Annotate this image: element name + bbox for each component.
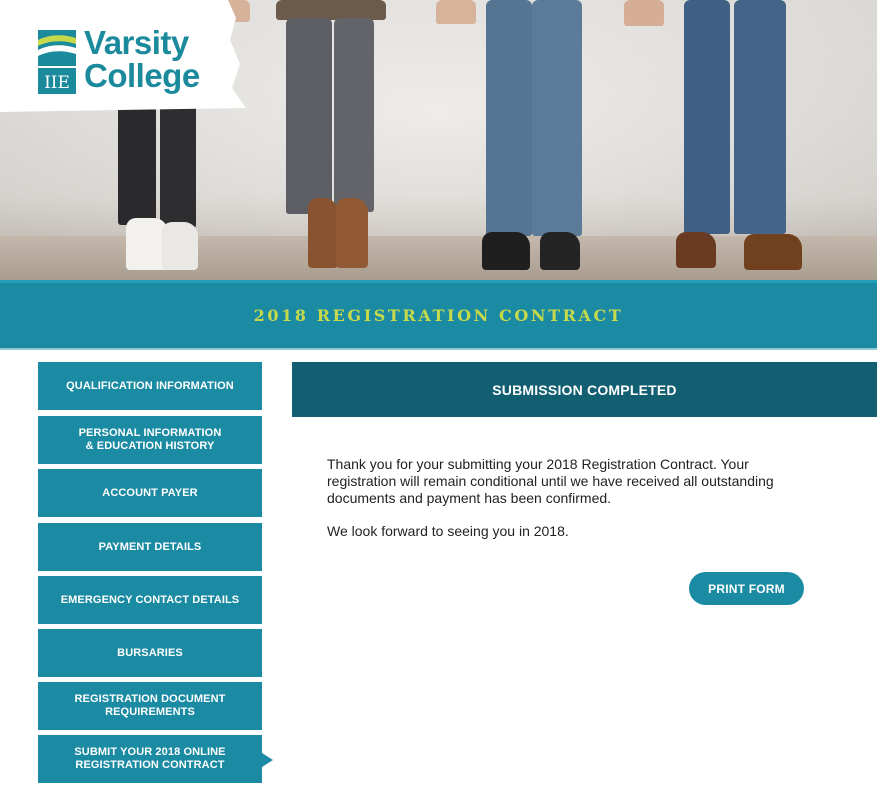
logo-wordmark: Varsity College	[84, 26, 200, 92]
nav-item-label: ACCOUNT PAYER	[102, 486, 198, 499]
hero-shoe	[336, 198, 368, 268]
active-indicator-arrow-icon	[262, 753, 273, 767]
banner-divider	[0, 348, 877, 350]
hero-shoe	[162, 222, 198, 270]
nav-item-payment-details[interactable]: PAYMENT DETAILS	[38, 523, 262, 571]
nav-item-label-line2: & EDUCATION HISTORY	[85, 440, 215, 452]
hero-leg	[532, 0, 582, 236]
confirmation-message: Thank you for your submitting your 2018 …	[327, 456, 797, 556]
hero-leg	[334, 18, 374, 212]
hero-hand	[624, 0, 664, 26]
closing-paragraph: We look forward to seeing you in 2018.	[327, 523, 569, 539]
nav-item-label-line2: REGISTRATION CONTRACT	[75, 759, 225, 771]
hero-leg	[684, 0, 730, 234]
hero-leg	[486, 0, 532, 236]
hero-leg	[734, 0, 786, 234]
nav-item-label: QUALIFICATION INFORMATION	[66, 379, 234, 392]
title-banner: 2018 REGISTRATION CONTRACT	[0, 280, 877, 348]
nav-item-label: BURSARIES	[117, 646, 183, 659]
confirmation-paragraph: Thank you for your submitting your 2018 …	[327, 456, 774, 506]
logo-line1: Varsity	[84, 24, 189, 61]
logo-mark-icon: IIE	[38, 30, 76, 94]
hero-leg	[286, 18, 332, 214]
logo-line2: College	[84, 57, 200, 94]
print-form-button[interactable]: PRINT FORM	[689, 572, 804, 605]
hero-shirt	[276, 0, 386, 20]
logo-mark-text: IIE	[44, 73, 70, 93]
nav-item-bursaries[interactable]: BURSARIES	[38, 629, 262, 677]
nav-item-label-line2: REQUIREMENTS	[105, 706, 195, 718]
nav-item-label: PERSONAL INFORMATION	[78, 427, 222, 439]
hero-shoe	[744, 234, 802, 270]
nav-item-personal-information[interactable]: PERSONAL INFORMATION & EDUCATION HISTORY	[38, 416, 262, 464]
hero-shoe	[676, 232, 716, 268]
nav-item-label: EMERGENCY CONTACT DETAILS	[60, 593, 240, 606]
hero-shoe	[482, 232, 530, 270]
nav-item-label: PAYMENT DETAILS	[98, 540, 202, 553]
nav-item-submit-registration-contract[interactable]: SUBMIT YOUR 2018 ONLINE REGISTRATION CONT…	[38, 735, 273, 783]
nav-item-emergency-contact-details[interactable]: EMERGENCY CONTACT DETAILS	[38, 576, 262, 624]
hero-hand	[436, 0, 476, 24]
nav-item-account-payer[interactable]: ACCOUNT PAYER	[38, 469, 262, 517]
section-header: SUBMISSION COMPLETED	[292, 362, 877, 417]
nav-item-label: REGISTRATION DOCUMENT	[74, 693, 226, 705]
page-title: 2018 REGISTRATION CONTRACT	[253, 306, 624, 325]
nav-item-registration-document-requirements[interactable]: REGISTRATION DOCUMENT REQUIREMENTS	[38, 682, 262, 730]
nav-item-qualification-information[interactable]: QUALIFICATION INFORMATION	[38, 362, 262, 410]
hero-shoe	[308, 198, 338, 268]
hero-shoe	[540, 232, 580, 270]
nav-item-label: SUBMIT YOUR 2018 ONLINE	[74, 746, 226, 758]
